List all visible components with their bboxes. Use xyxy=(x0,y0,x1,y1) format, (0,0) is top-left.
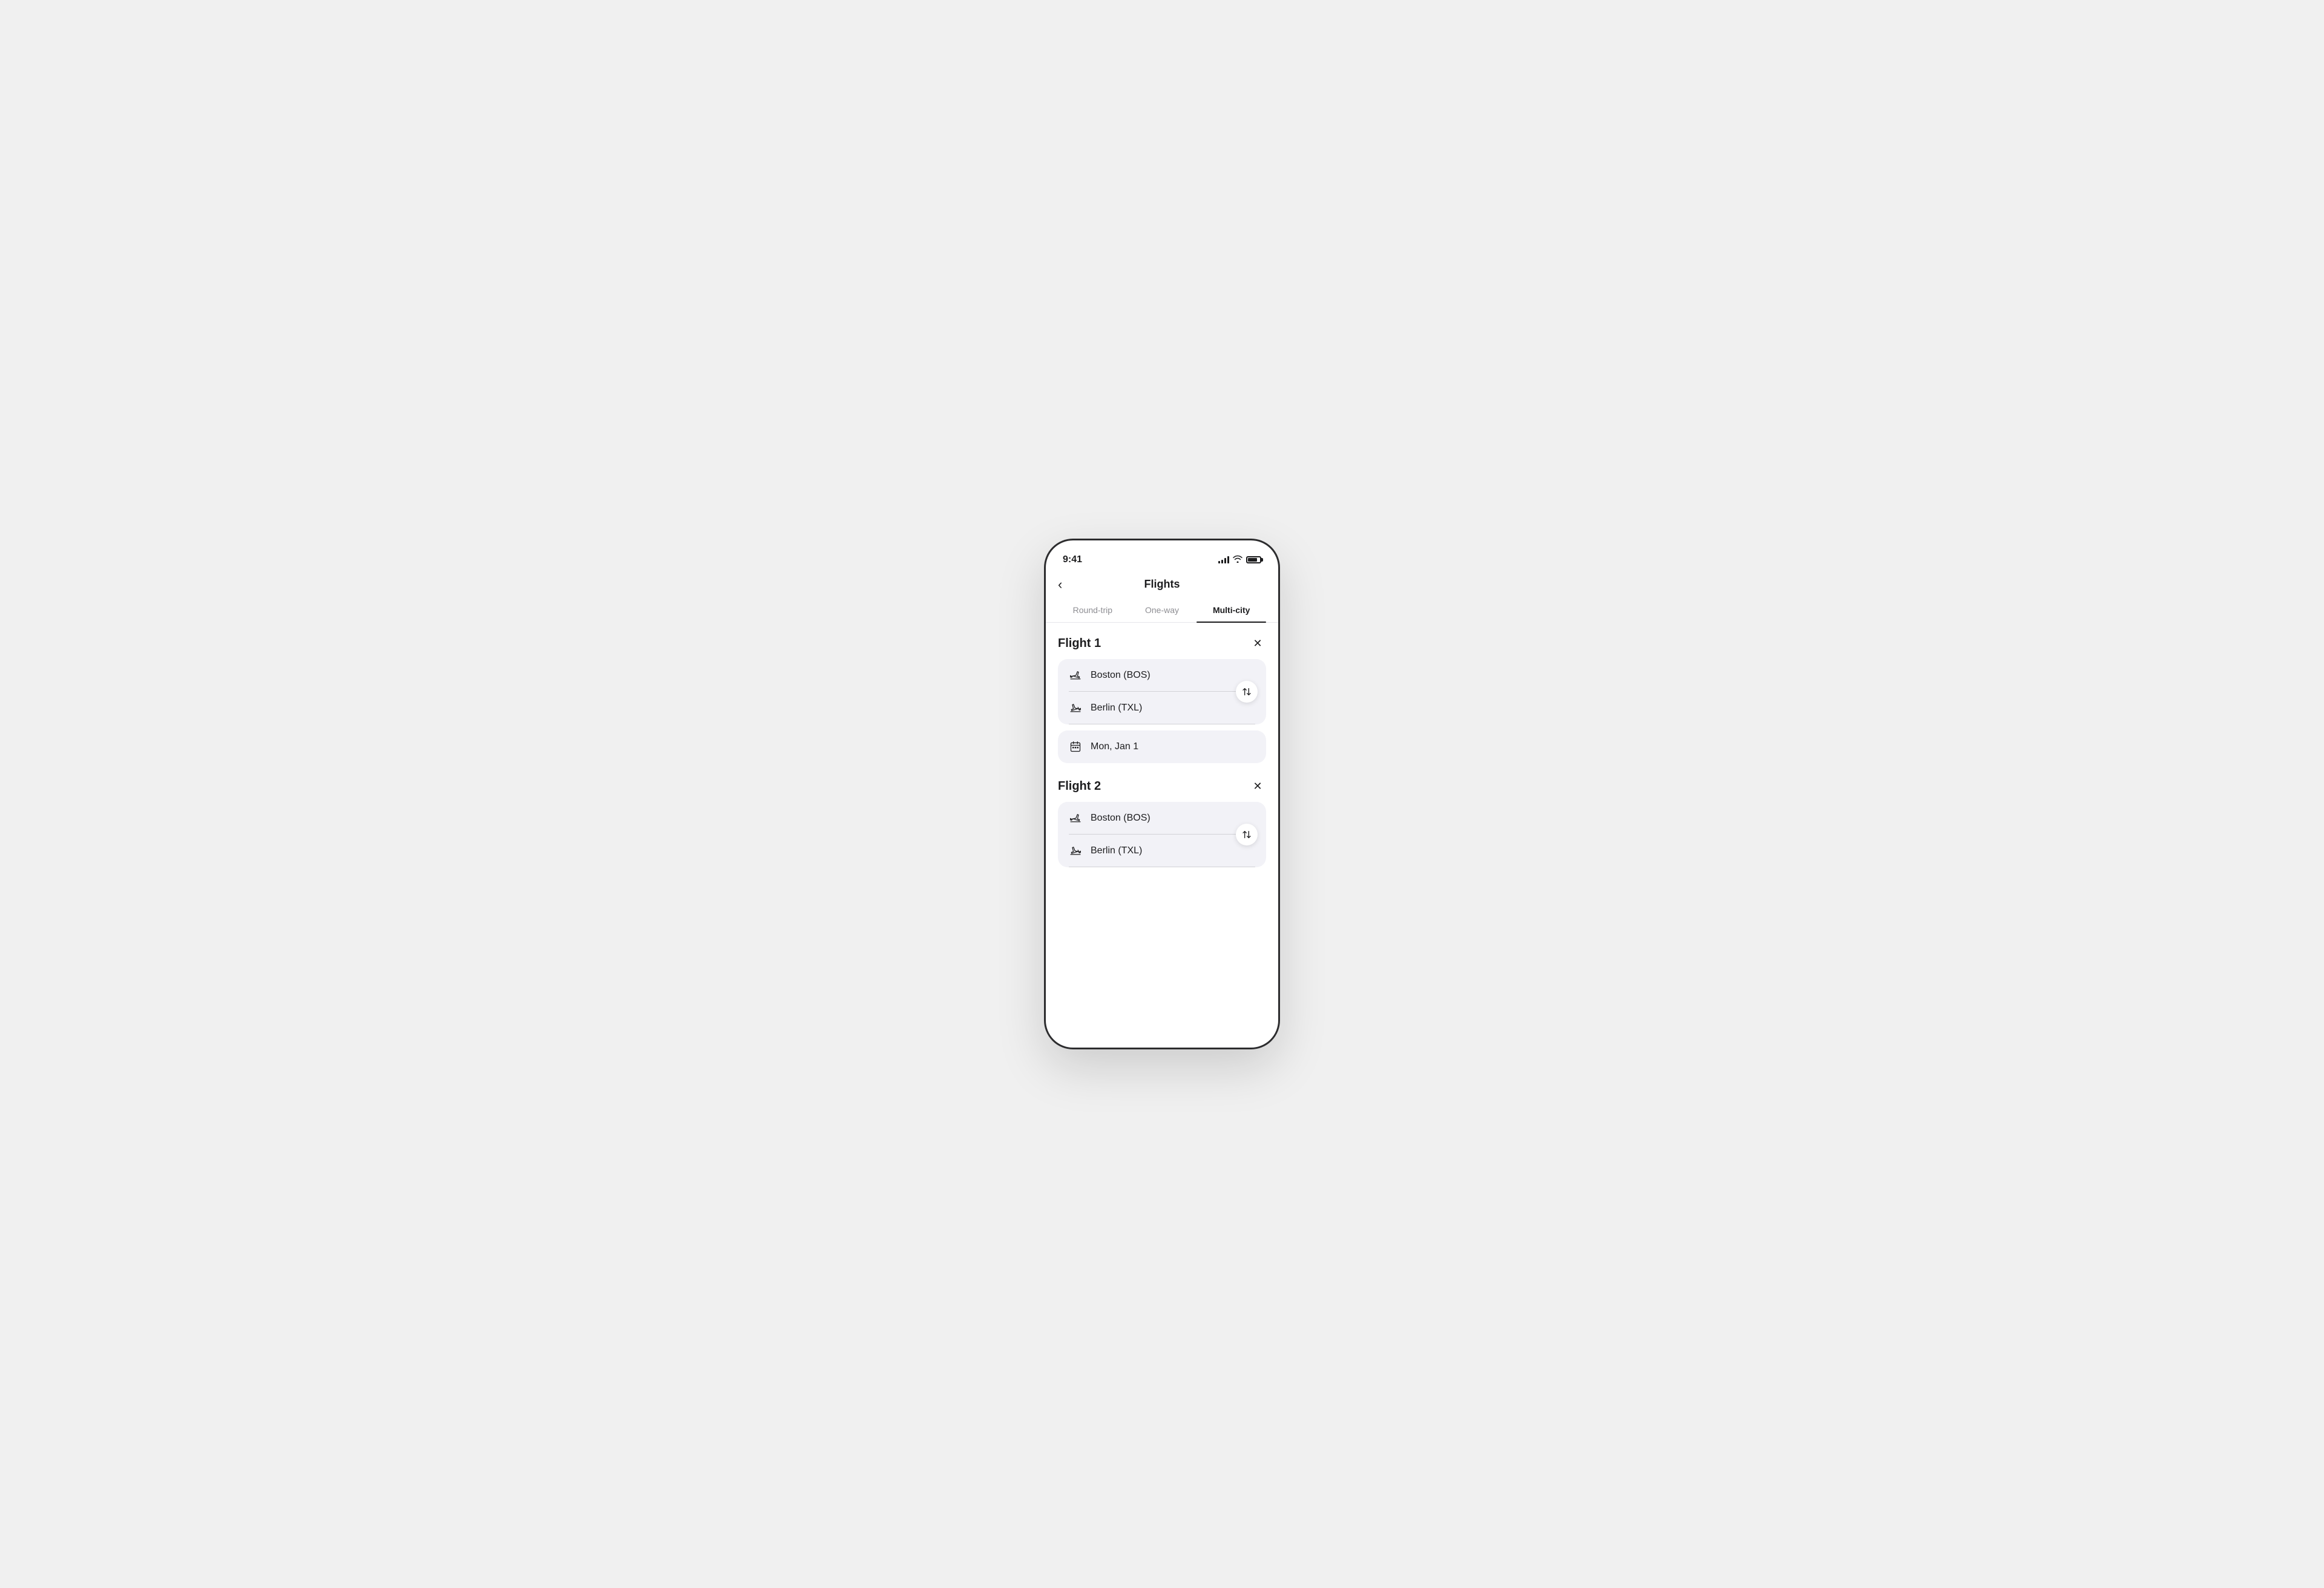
wifi-icon xyxy=(1233,555,1242,565)
flight-2-from-row[interactable]: Boston (BOS) xyxy=(1058,802,1266,835)
plane-arrive-icon xyxy=(1069,701,1082,715)
flight-2-swap-button[interactable] xyxy=(1236,824,1258,845)
flight-1-from-row[interactable]: Boston (BOS) xyxy=(1058,659,1266,692)
flight-2-to-text: Berlin (TXL) xyxy=(1091,845,1142,856)
flight-2-close-button[interactable]: ✕ xyxy=(1249,778,1266,795)
flight-2-route-fields: Boston (BOS) Berlin (TXL) xyxy=(1058,802,1266,867)
signal-bars-icon xyxy=(1218,556,1229,563)
status-bar: 9:41 xyxy=(1046,540,1278,571)
plane-depart-icon xyxy=(1069,669,1082,682)
flight-1-swap-button[interactable] xyxy=(1236,681,1258,703)
flight-1-from-text: Boston (BOS) xyxy=(1091,670,1151,681)
status-time: 9:41 xyxy=(1063,554,1082,565)
flight-1-to-text: Berlin (TXL) xyxy=(1091,703,1142,714)
tabs-container: Round-trip One-way Multi-city xyxy=(1046,598,1278,623)
tab-round-trip[interactable]: Round-trip xyxy=(1058,598,1128,622)
flight-1-label: Flight 1 xyxy=(1058,637,1101,651)
flight-2-to-row[interactable]: Berlin (TXL) xyxy=(1058,835,1266,867)
flight-2-from-text: Boston (BOS) xyxy=(1091,813,1151,824)
back-button[interactable]: ‹ xyxy=(1058,577,1062,592)
flight-1-to-row[interactable]: Berlin (TXL) xyxy=(1058,692,1266,724)
flight-1-date-text: Mon, Jan 1 xyxy=(1091,741,1138,752)
flight-2-label: Flight 2 xyxy=(1058,779,1101,793)
content-area: Flight 1 ✕ Boston (BOS) xyxy=(1046,625,1278,1049)
flight-2-section: Flight 2 ✕ Boston (BOS) xyxy=(1058,778,1266,867)
flight-2-header: Flight 2 ✕ xyxy=(1058,778,1266,795)
flight-1-header: Flight 1 ✕ xyxy=(1058,635,1266,652)
flight-1-section: Flight 1 ✕ Boston (BOS) xyxy=(1058,635,1266,763)
flight-1-date-field[interactable]: Mon, Jan 1 xyxy=(1058,730,1266,763)
flight-1-route-fields: Boston (BOS) Berlin (TXL) xyxy=(1058,659,1266,724)
calendar-icon xyxy=(1069,740,1082,753)
tab-one-way[interactable]: One-way xyxy=(1128,598,1197,622)
page-title: Flights xyxy=(1144,578,1180,591)
tab-multi-city[interactable]: Multi-city xyxy=(1196,598,1266,622)
plane-depart-2-icon xyxy=(1069,812,1082,825)
flight-1-close-button[interactable]: ✕ xyxy=(1249,635,1266,652)
phone-frame: 9:41 ‹ Flights xyxy=(1044,539,1280,1049)
header: ‹ Flights xyxy=(1046,571,1278,598)
battery-icon xyxy=(1246,556,1261,563)
plane-arrive-2-icon xyxy=(1069,844,1082,858)
status-icons xyxy=(1218,555,1261,565)
